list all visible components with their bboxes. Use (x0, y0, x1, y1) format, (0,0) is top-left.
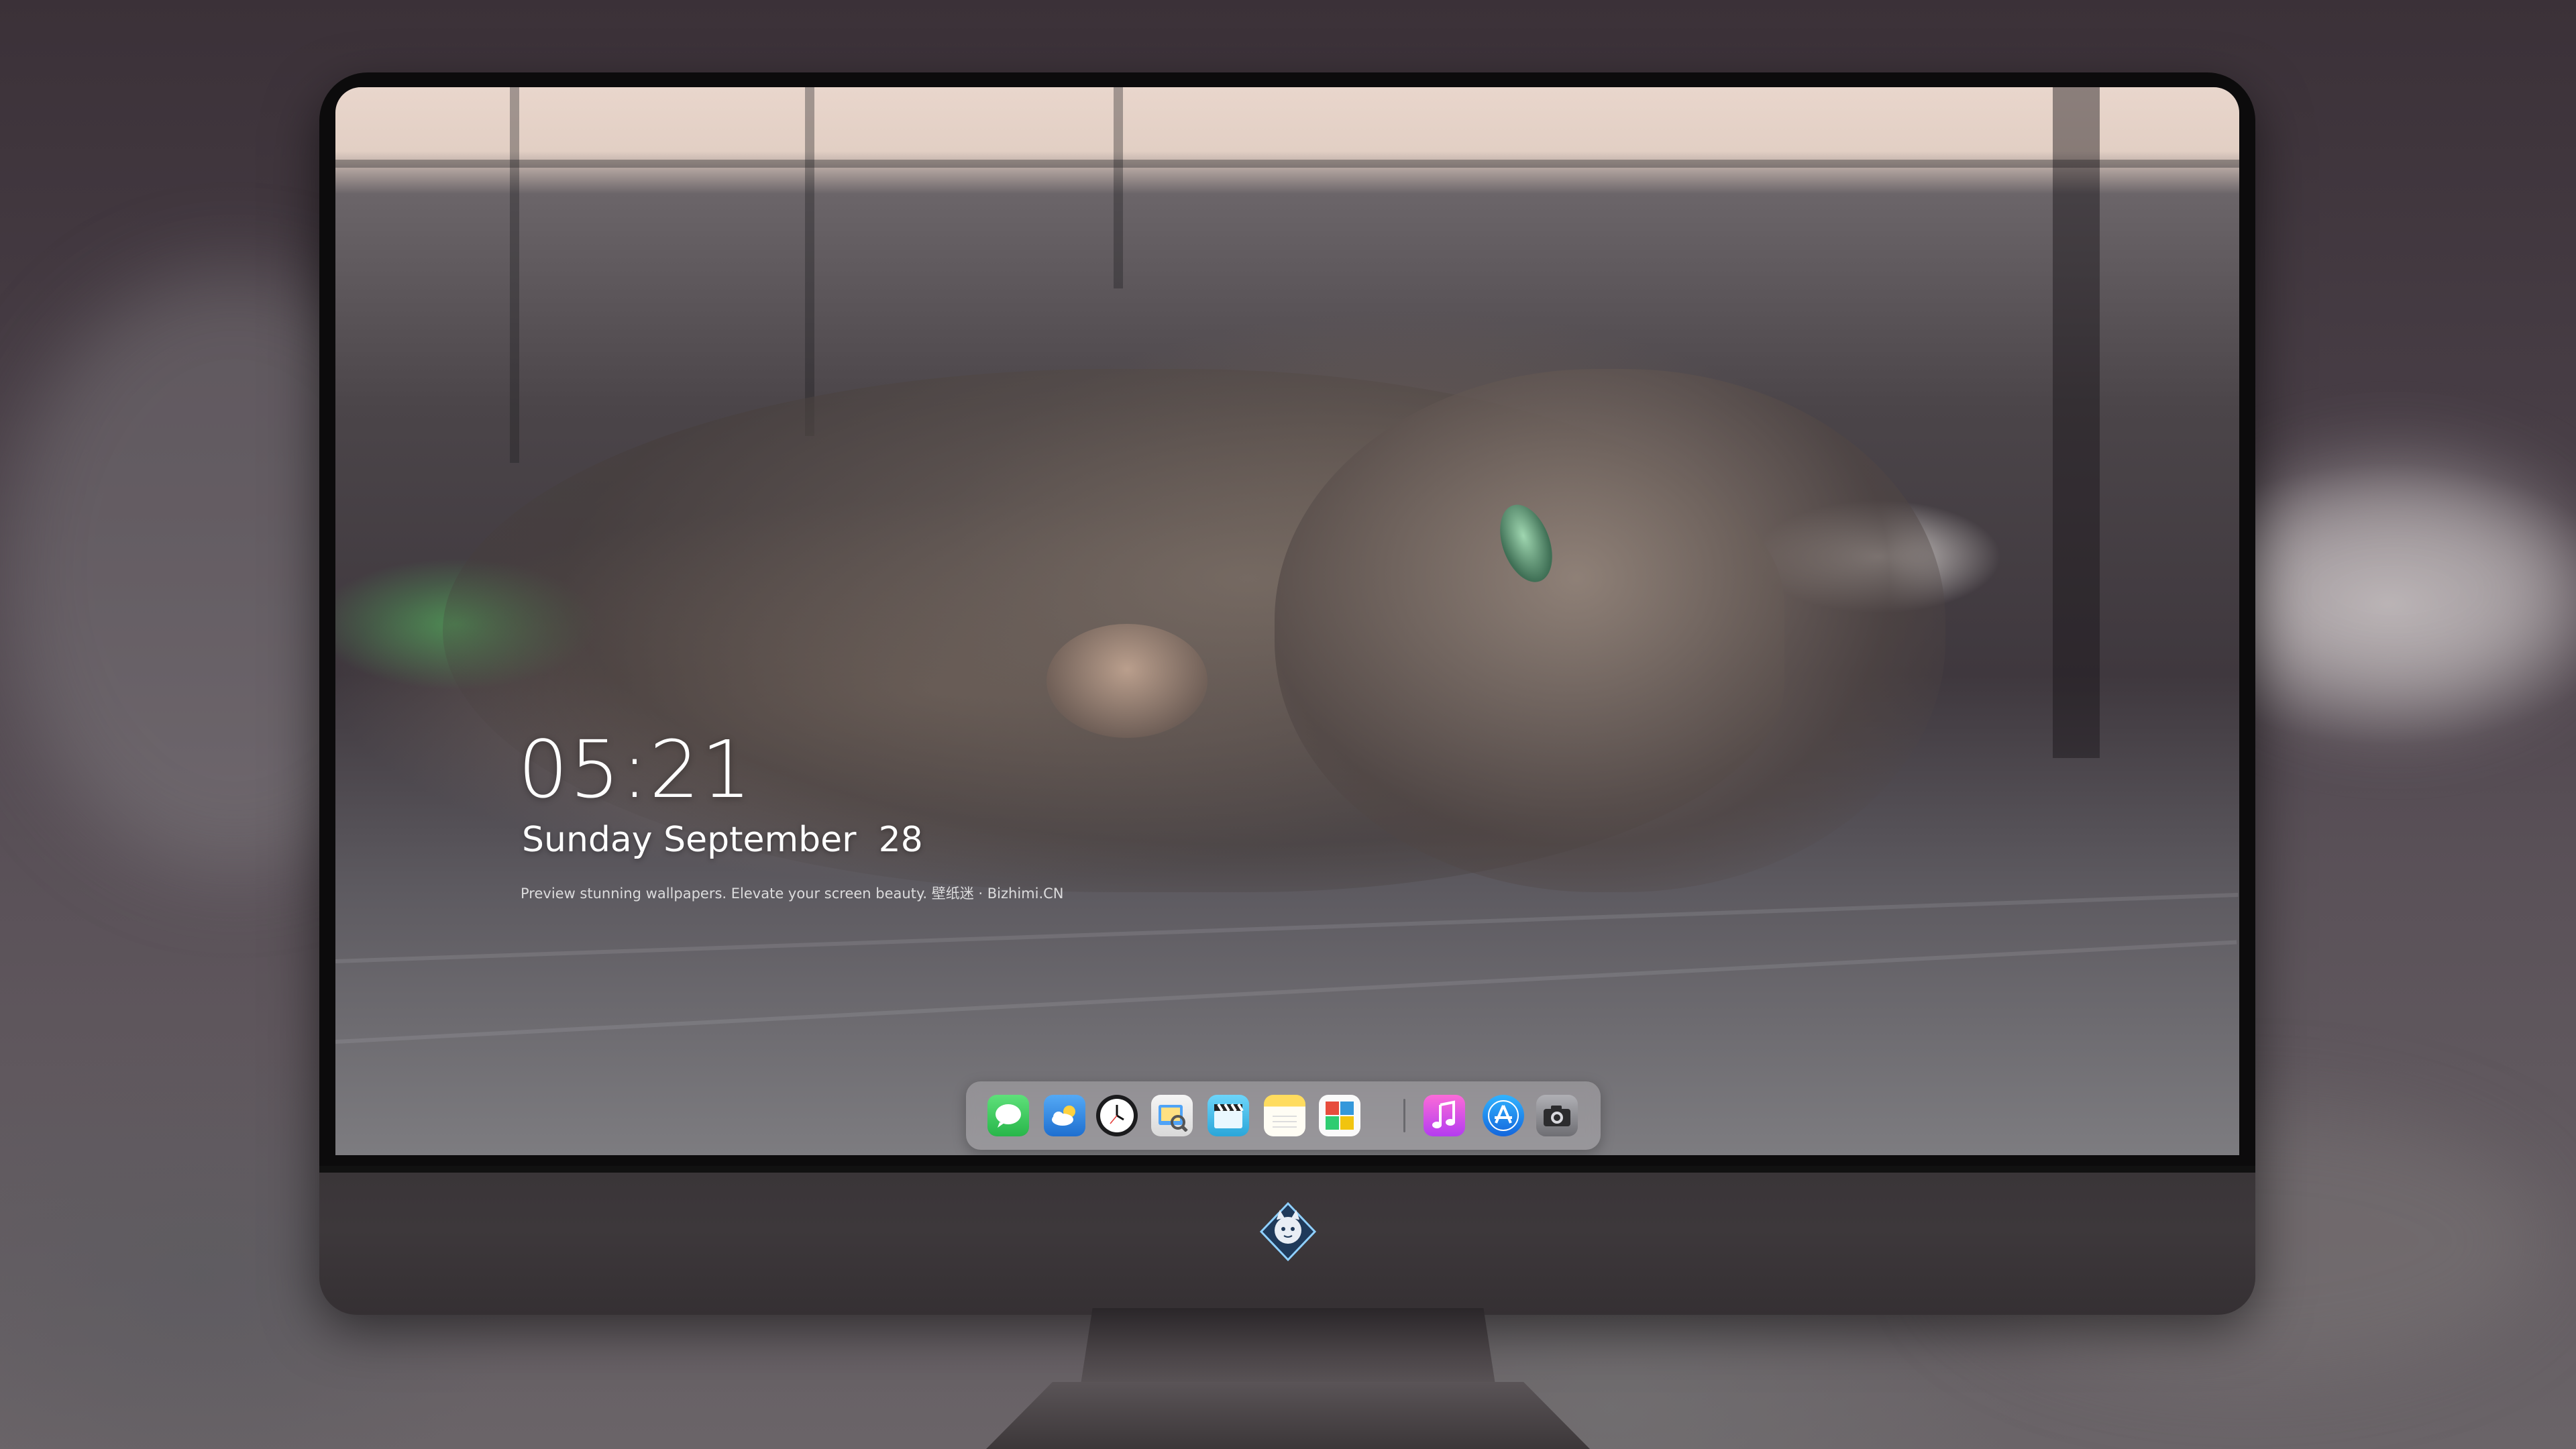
photo-booth-dock-item[interactable] (1319, 1095, 1360, 1136)
cat-paw (1046, 624, 1208, 738)
notes-icon (1273, 1116, 1297, 1128)
clock-icon (1100, 1099, 1134, 1132)
desktop-scene: 05:21 Sunday September 28 Preview stunni… (0, 0, 2576, 1449)
dock (966, 1081, 1601, 1150)
wallpaper-detail (2053, 87, 2100, 758)
wallpaper-detail (335, 160, 2239, 168)
weather-dock-item[interactable] (1044, 1095, 1085, 1136)
lockscreen-time: 05:21 (518, 723, 753, 816)
clips-dock-item[interactable] (1208, 1095, 1249, 1136)
preview-icon (1159, 1105, 1188, 1132)
mascot-logo-icon (1259, 1201, 1317, 1262)
camera-dock-item[interactable] (1536, 1095, 1578, 1136)
dock-separator (1403, 1099, 1405, 1132)
wallpaper-caption: Preview stunning wallpapers. Elevate you… (521, 885, 1064, 902)
notes-dock-item[interactable] (1264, 1095, 1305, 1136)
wallpaper-detail (510, 87, 519, 463)
wallpaper-detail (805, 87, 814, 436)
cloud-sun-icon (1052, 1106, 1075, 1126)
cat-head (1275, 369, 1945, 892)
camera-icon (1544, 1106, 1570, 1126)
clapperboard-icon (1214, 1103, 1244, 1128)
chat-bubble-icon (996, 1104, 1021, 1128)
wallpaper-detail (1114, 87, 1123, 288)
lockscreen-date: Sunday September 28 (522, 820, 923, 860)
preview-dock-item[interactable] (1151, 1095, 1193, 1136)
monitor-stand-neck (1080, 1308, 1496, 1389)
music-dock-item[interactable] (1424, 1095, 1465, 1136)
music-note-icon (1432, 1100, 1455, 1128)
app-store-dock-item[interactable] (1483, 1095, 1524, 1136)
app-store-icon (1488, 1100, 1519, 1131)
photo-booth-icon (1326, 1102, 1354, 1130)
monitor-stand-base (986, 1382, 1590, 1449)
clock-dock-item[interactable] (1096, 1095, 1138, 1136)
lock-screen: 05:21 Sunday September 28 Preview stunni… (335, 87, 2239, 1155)
messages-dock-item[interactable] (987, 1095, 1029, 1136)
background-blur (2214, 470, 2576, 711)
